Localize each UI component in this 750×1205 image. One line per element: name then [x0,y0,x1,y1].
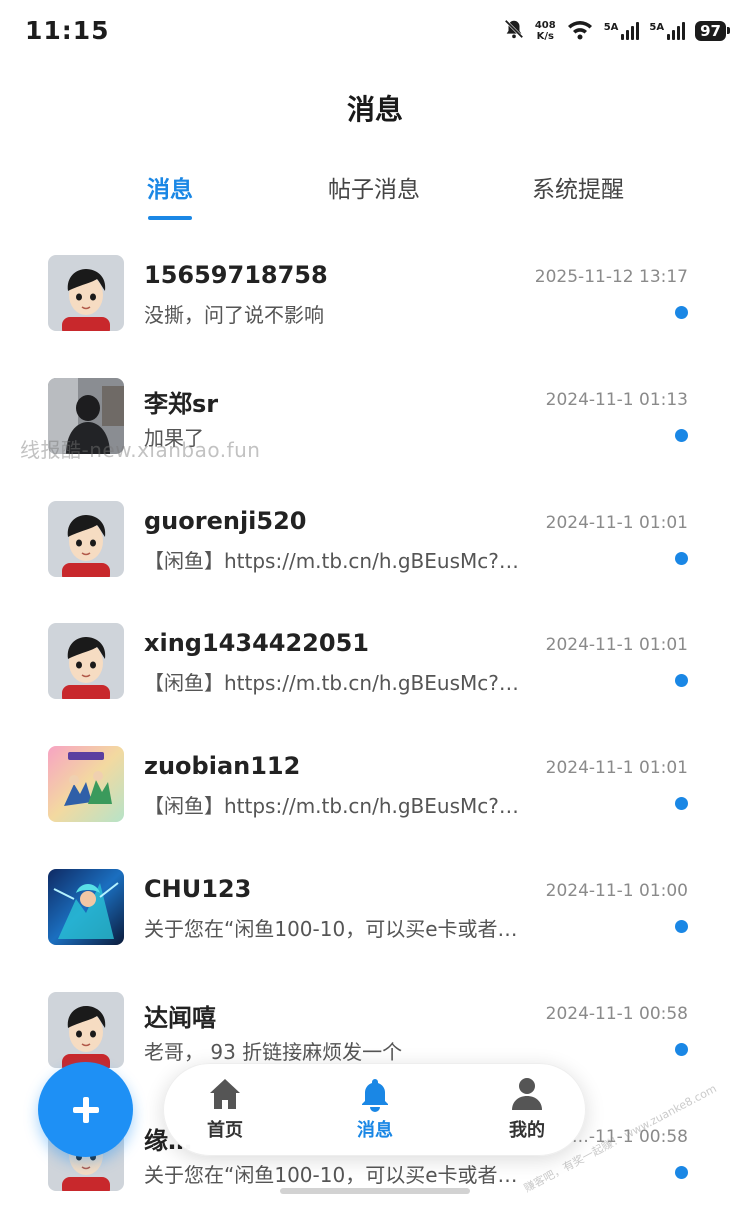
unread-dot [675,428,688,442]
sender-name: CHU123 [144,874,252,903]
home-icon [210,1079,240,1109]
bottom-nav: 首页 消息 我的 [163,1063,586,1156]
unread-dot [675,306,688,319]
message-time: 2024-11-1 01:00 [545,880,688,901]
tab-messages[interactable]: 消息 [147,170,193,204]
avatar [48,746,124,823]
tab-active-indicator [148,216,192,220]
message-time: …-11-1 00:58 [571,1126,688,1147]
status-time: 11:15 [25,16,110,45]
message-time: 2025-11-12 13:17 [534,267,688,287]
status-bar: 11:15 408 K/s 5A 5A 97 [0,0,750,64]
unread-dot [675,1165,688,1179]
message-preview: 【闲鱼】https://m.tb.cn/h.gBEusMc?… [144,671,519,696]
page-title: 消息 [346,93,403,126]
avatar [48,500,124,577]
sender-name: 李郑sr [144,389,219,418]
sender-name: guorenji520 [144,506,307,535]
bell-icon [362,1079,388,1112]
message-preview: 加果了 [144,425,204,450]
net-type-1: 5A [603,22,619,33]
nav-home-label: 首页 [207,1120,243,1141]
unread-dot [675,674,688,688]
message-item[interactable]: zuobian112 2024-11-1 01:01 【闲鱼】https://m.t… [0,736,750,859]
avatar [48,255,124,331]
unread-dot [675,797,688,811]
unread-dot [675,919,688,933]
message-item[interactable]: CHU123 2024-11-1 01:00 关于您在“闲鱼100-10，可以买e卡… [0,859,750,982]
net-type-2: 5A [649,22,665,33]
sender-name: zuobian112 [144,752,301,781]
nav-profile-label: 我的 [509,1120,545,1141]
tab-bar: 消息 帖子消息 系统提醒 [0,170,750,226]
sender-name: 15659718758 [144,261,328,289]
message-time: 2024-11-1 01:13 [545,389,688,410]
avatar [48,868,124,945]
unread-dot [675,551,688,565]
plus-icon [72,1096,99,1123]
avatar [48,377,124,454]
speed-unit: K/s [536,31,554,42]
unread-dot [675,1042,688,1056]
tab-post-messages[interactable]: 帖子消息 [328,170,420,204]
message-item[interactable]: 李郑sr 2024-11-1 01:13 加果了 [0,368,750,491]
message-time: 2024-11-1 01:01 [545,635,688,656]
avatar [48,623,124,700]
message-time: 2024-11-1 01:01 [545,512,688,533]
avatar [48,991,124,1068]
mute-bell-icon [503,18,525,44]
message-preview: 【闲鱼】https://m.tb.cn/h.gBEusMc?… [144,548,519,573]
status-icons: 408 K/s 5A 5A 97 [503,18,730,44]
nav-messages-label: 消息 [357,1120,393,1141]
message-item[interactable]: xing1434422051 2024-11-1 01:01 【闲鱼】https:/… [0,613,750,736]
message-preview: 没撕，问了说不影响 [144,303,324,327]
tab-system-alerts[interactable]: 系统提醒 [532,170,624,204]
message-time: 2024-11-1 00:58 [545,1003,688,1024]
wifi-icon [566,18,594,44]
nav-messages[interactable]: 消息 [330,1076,420,1142]
signal-icon-1: 5A [604,22,640,40]
sender-name: xing1434422051 [144,629,369,658]
battery-icon: 97 [695,21,730,41]
message-list: 15659718758 2025-11-12 13:17 没撕，问了说不影响李郑sr… [0,245,750,1205]
message-preview: 关于您在“闲鱼100-10，可以买e卡或者猫超卡”的… [144,916,534,941]
nav-home[interactable]: 首页 [180,1076,270,1142]
message-time: 2024-11-1 01:01 [545,758,688,779]
signal-icon-2: 5A [649,22,686,40]
message-preview: 【闲鱼】https://m.tb.cn/h.gBEusMc?… [144,794,519,819]
add-button[interactable] [38,1062,133,1157]
message-preview: 老哥， 93 折链接麻烦发一个 [144,1039,403,1064]
network-speed: 408 K/s [535,20,556,42]
message-preview: 关于您在“闲鱼100-10，可以买e卡或者猫超卡”的… [144,1162,534,1187]
sender-name: 达闻嘻 [144,1003,216,1032]
nav-profile[interactable]: 我的 [482,1076,572,1142]
message-item[interactable]: 15659718758 2025-11-12 13:17 没撕，问了说不影响 [0,245,750,368]
message-item[interactable]: guorenji520 2024-11-1 01:01 【闲鱼】https://m.… [0,491,750,614]
person-icon [512,1078,542,1110]
home-indicator [280,1188,470,1194]
speed-value: 408 [534,20,556,31]
